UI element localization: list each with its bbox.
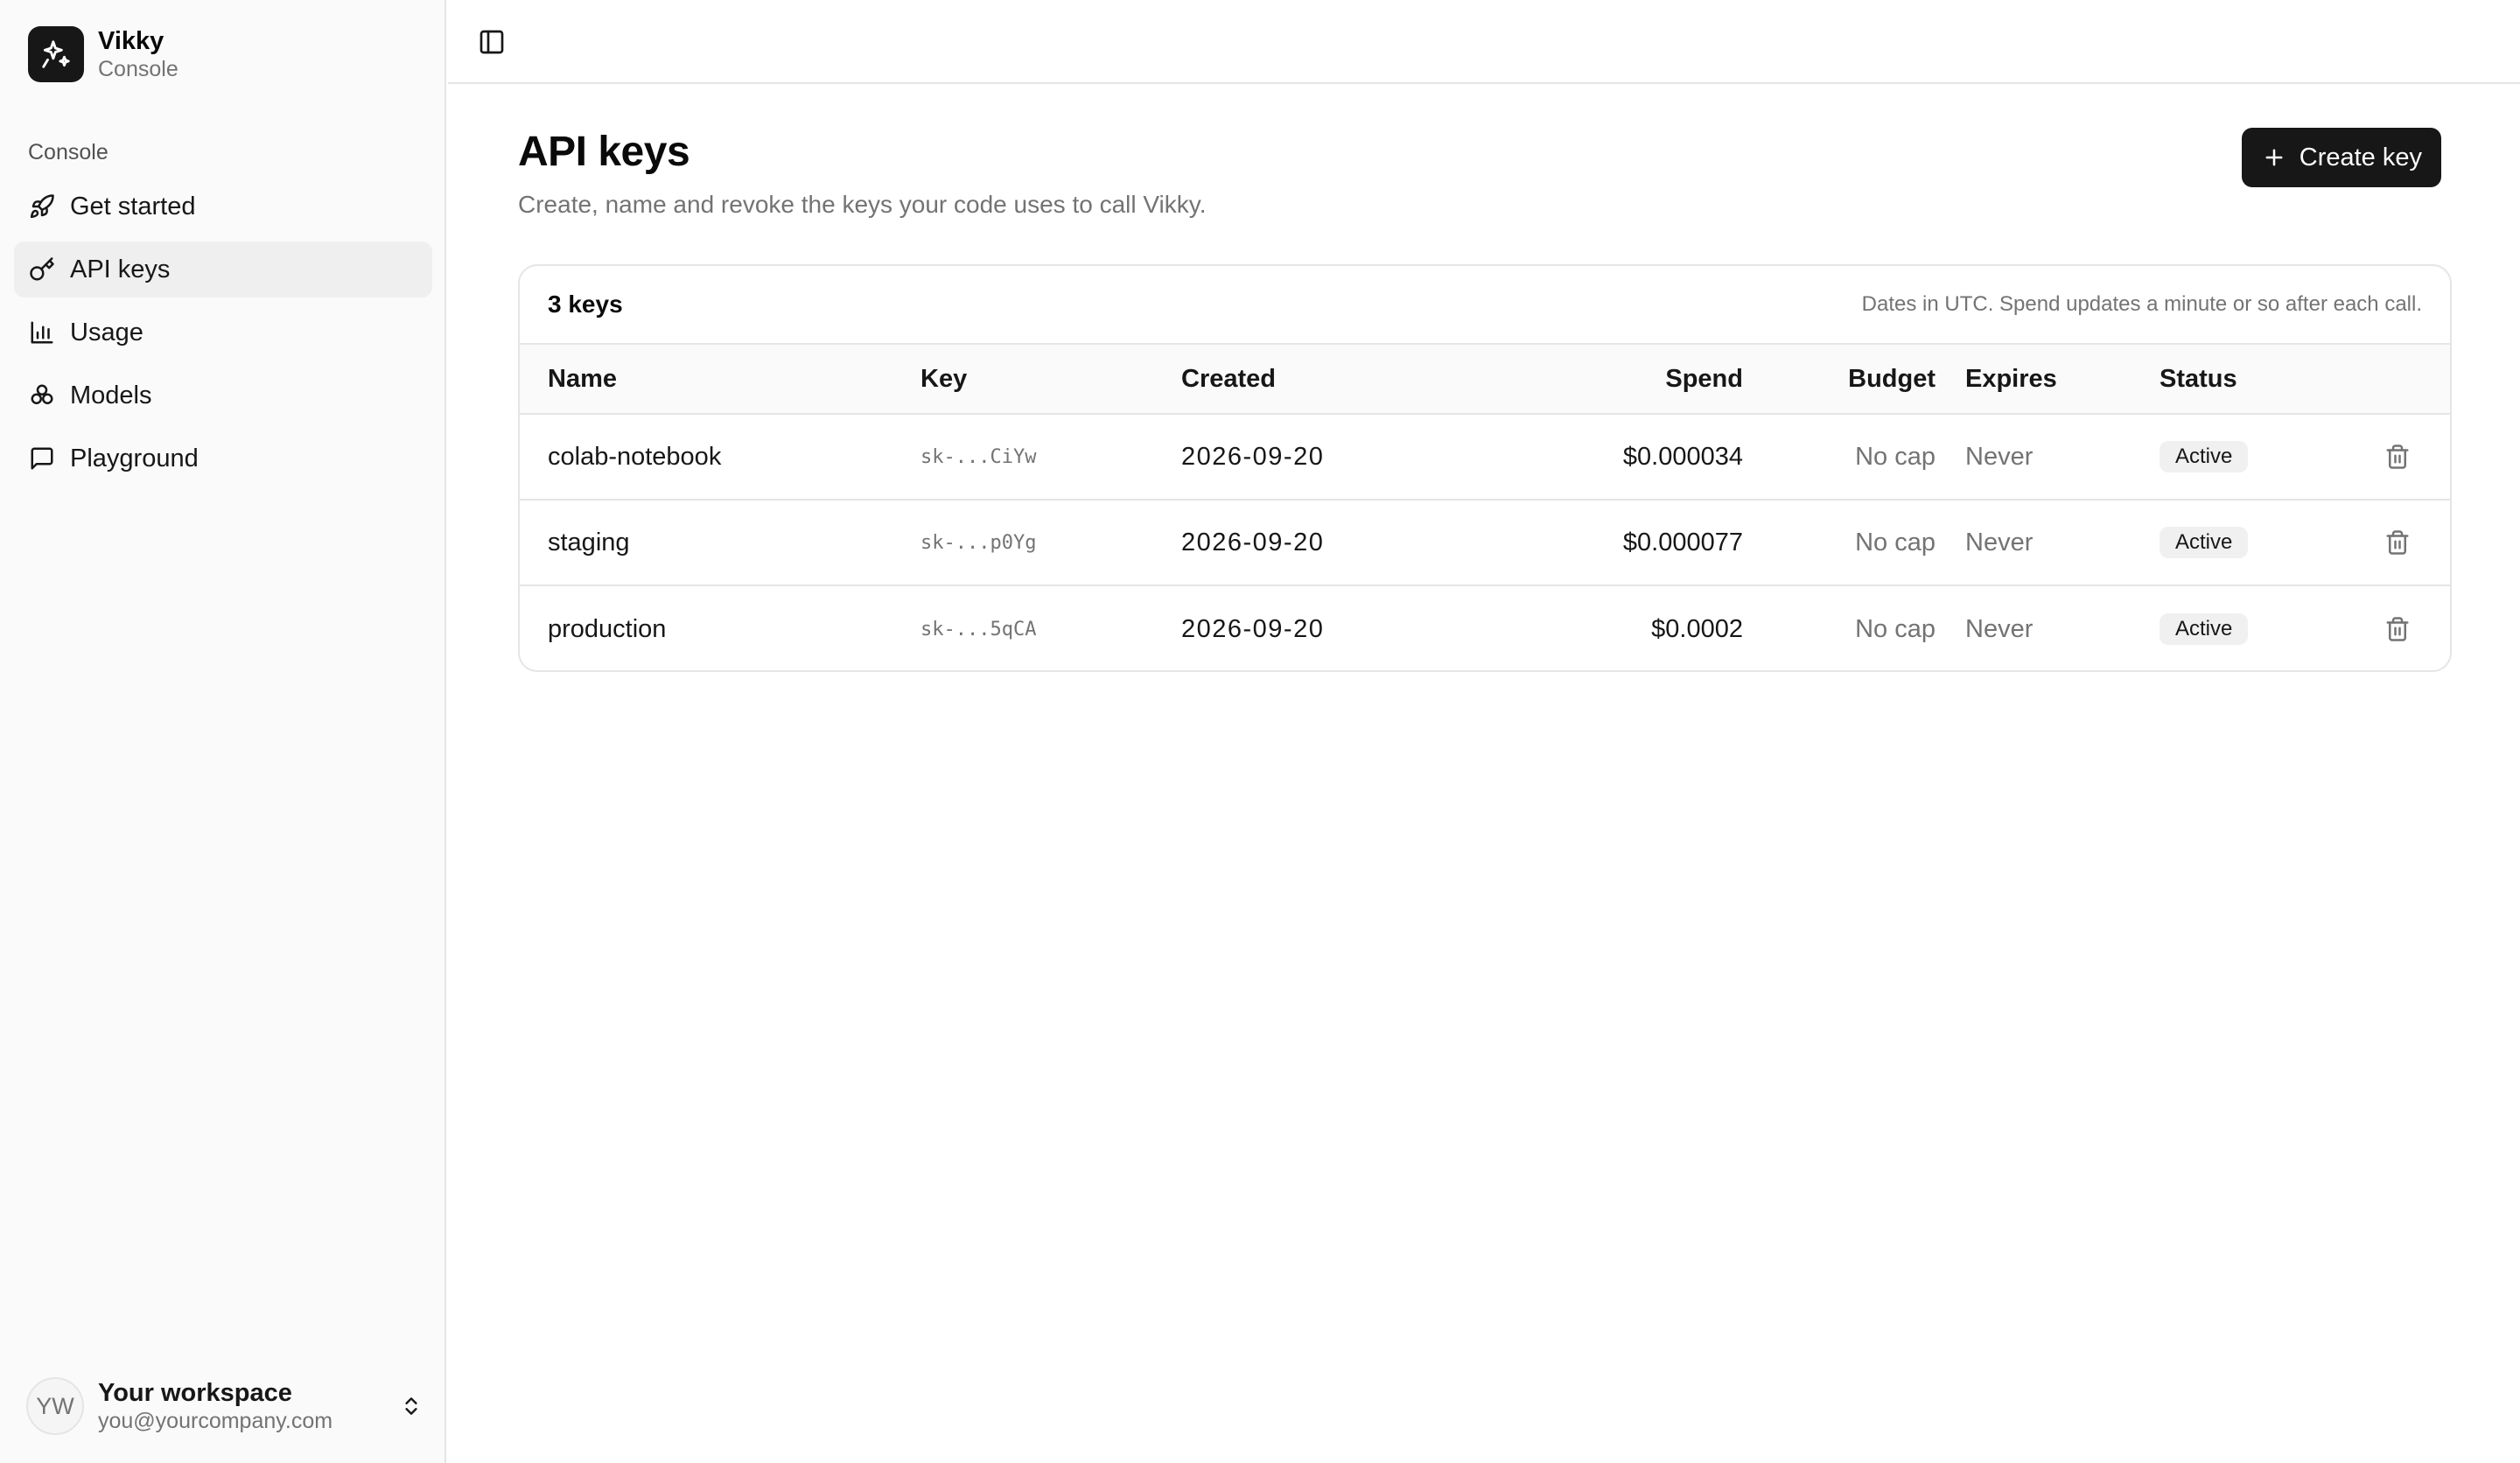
sidebar-toggle-button[interactable]: [474, 24, 509, 60]
message-square-icon: [28, 444, 56, 472]
sidebar-item-label: Usage: [70, 318, 144, 346]
sidebar-item-label: Playground: [70, 444, 199, 472]
sparkles-icon: [28, 26, 84, 82]
table-row: staging sk-...p0Yg 2026-09-20 $0.000077 …: [520, 500, 2450, 586]
page-subtitle: Create, name and revoke the keys your co…: [518, 191, 1207, 218]
sidebar-item-get-started[interactable]: Get started: [14, 178, 432, 234]
create-key-button[interactable]: Create key: [2241, 128, 2441, 187]
action-cell: [2378, 500, 2417, 584]
column-header-key: Key: [920, 364, 968, 393]
sidebar-item-label: Models: [70, 381, 152, 410]
revoke-key-button[interactable]: [2378, 523, 2417, 562]
sidebar-item-playground[interactable]: Playground: [14, 430, 432, 486]
key-budget: No cap: [1855, 528, 1936, 556]
revoke-key-button[interactable]: [2378, 438, 2417, 476]
table-header-bar: 3 keys Dates in UTC. Spend updates a min…: [520, 266, 2450, 343]
rocket-icon: [28, 192, 56, 220]
key-created: 2026-09-20: [1181, 614, 1325, 643]
table-note: Dates in UTC. Spend updates a minute or …: [1861, 292, 2422, 316]
sidebar: Vikky Console Console Get started API ke…: [0, 0, 446, 1463]
key-created: 2026-09-20: [1181, 528, 1325, 556]
sidebar-item-label: Get started: [70, 192, 196, 220]
sidebar-toggle-icon: [480, 30, 504, 54]
workspace-switcher[interactable]: YW Your workspace you@yourcompany.com: [26, 1376, 425, 1437]
sidebar-item-usage[interactable]: Usage: [14, 304, 432, 360]
column-header-budget: Budget: [1848, 364, 1936, 393]
brand-name: Vikky: [98, 27, 164, 55]
key-value: sk-...5qCA: [920, 618, 1037, 640]
key-value: sk-...p0Yg: [920, 531, 1037, 554]
nav-group-label: Console: [28, 140, 108, 164]
column-header-created: Created: [1181, 364, 1276, 393]
page-title: API keys: [518, 129, 690, 175]
key-expires: Never: [1965, 528, 2034, 556]
sidebar-item-models[interactable]: Models: [14, 368, 432, 424]
create-key-label: Create key: [2299, 143, 2422, 172]
status-badge: Active: [2160, 527, 2249, 558]
column-header-status: Status: [2160, 364, 2237, 393]
trash-icon: [2386, 530, 2409, 555]
api-keys-table: 3 keys Dates in UTC. Spend updates a min…: [518, 264, 2452, 672]
bar-chart-icon: [28, 318, 56, 346]
revoke-key-button[interactable]: [2378, 610, 2417, 648]
status-badge: Active: [2160, 441, 2249, 472]
sidebar-nav: Get started API keys Usage Models Playgr…: [14, 178, 432, 494]
key-count: 3 keys: [548, 290, 623, 318]
column-header-expires: Expires: [1965, 364, 2057, 393]
boxes-icon: [28, 382, 56, 410]
trash-icon: [2386, 444, 2409, 469]
status-cell: Active: [2160, 415, 2249, 499]
action-cell: [2378, 415, 2417, 499]
workspace-name: Your workspace: [98, 1379, 292, 1407]
key-value: sk-...CiYw: [920, 445, 1037, 468]
action-cell: [2378, 586, 2417, 670]
key-name: colab-notebook: [548, 442, 722, 471]
key-spend: $0.0002: [1651, 614, 1743, 643]
avatar: YW: [26, 1377, 84, 1435]
key-budget: No cap: [1855, 442, 1936, 471]
brand[interactable]: Vikky Console: [28, 26, 178, 82]
chevrons-up-down-icon: [397, 1392, 425, 1420]
key-created: 2026-09-20: [1181, 442, 1325, 471]
status-badge: Active: [2160, 613, 2249, 645]
table-row: production sk-...5qCA 2026-09-20 $0.0002…: [520, 586, 2450, 670]
table-column-headers: Name Key Created Spend Budget Expires St…: [520, 343, 2450, 415]
key-expires: Never: [1965, 614, 2034, 643]
sidebar-item-label: API keys: [70, 255, 171, 284]
trash-icon: [2386, 617, 2409, 641]
key-budget: No cap: [1855, 614, 1936, 643]
brand-subtitle: Console: [98, 57, 178, 81]
status-cell: Active: [2160, 500, 2249, 584]
column-header-spend: Spend: [1665, 364, 1743, 393]
status-cell: Active: [2160, 586, 2249, 670]
key-name: staging: [548, 528, 630, 556]
key-expires: Never: [1965, 442, 2034, 471]
plus-icon: [2261, 144, 2287, 171]
workspace-email: you@yourcompany.com: [98, 1409, 333, 1433]
key-spend: $0.000034: [1622, 442, 1743, 471]
key-icon: [28, 256, 56, 284]
column-header-name: Name: [548, 364, 617, 393]
sidebar-item-api-keys[interactable]: API keys: [14, 242, 432, 298]
table-row: colab-notebook sk-...CiYw 2026-09-20 $0.…: [520, 415, 2450, 500]
key-spend: $0.000077: [1622, 528, 1743, 556]
top-bar: [448, 0, 2520, 84]
key-name: production: [548, 614, 667, 643]
